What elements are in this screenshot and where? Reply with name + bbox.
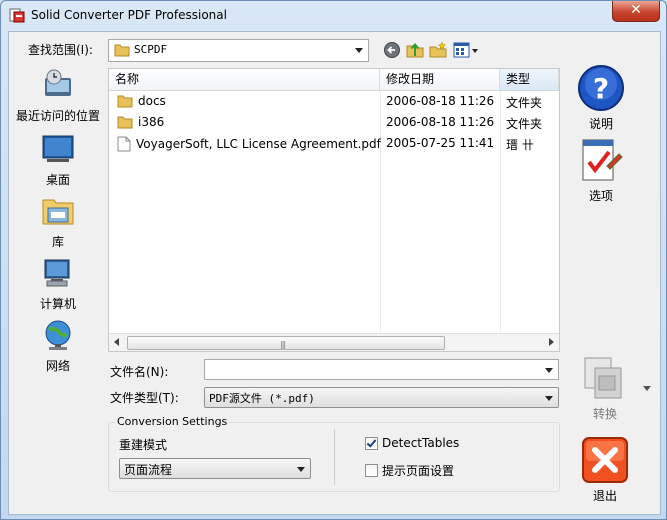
chevron-down-icon[interactable] — [355, 48, 363, 53]
place-label: 最近访问的位置 — [15, 109, 100, 123]
new-folder-icon[interactable] — [429, 41, 447, 59]
folder-icon — [117, 95, 133, 108]
convert-label: 转换 — [592, 407, 617, 421]
group-title: Conversion Settings — [115, 415, 230, 428]
place-computer[interactable]: 计算机 — [9, 256, 107, 312]
folder-icon — [114, 44, 130, 57]
table-row[interactable]: i386 2006-08-18 11:26 文件夹 — [109, 112, 559, 133]
file-name: VoyagerSoft, LLC License Agreement.pdf — [136, 137, 381, 151]
horizontal-scrollbar[interactable]: ||| — [109, 333, 559, 351]
back-icon[interactable] — [383, 41, 401, 59]
table-row[interactable]: docs 2006-08-18 11:26 文件夹 — [109, 91, 559, 112]
exit-button[interactable]: 退出 — [575, 436, 635, 504]
libraries-icon — [42, 199, 74, 225]
column-header-type[interactable]: 类型 — [500, 69, 559, 90]
file-modified: 2006-08-18 11:26 — [386, 115, 495, 129]
file-name-cell: i386 — [117, 115, 164, 129]
dialog-body: 查找范围(I): SCPDF 最近访问的位置 桌面 库 计算机 网络 名称 修改… — [8, 31, 661, 515]
chevron-down-icon[interactable] — [545, 396, 553, 401]
exit-icon — [582, 437, 628, 483]
file-type: 文件夹 — [506, 117, 543, 131]
window-title: Solid Converter PDF Professional — [31, 8, 227, 22]
file-list-header: 名称 修改日期 类型 — [109, 69, 559, 91]
grip-icon: ||| — [280, 340, 286, 349]
close-button[interactable]: ✕ — [612, 1, 660, 22]
help-label: 说明 — [588, 117, 613, 131]
computer-icon — [44, 259, 70, 287]
rebuild-mode-value: 页面流程 — [124, 463, 173, 477]
file-name-label: 文件名(N): — [110, 365, 169, 379]
page-setup-checkbox[interactable]: 提示页面设置 — [365, 462, 454, 479]
up-folder-icon[interactable] — [406, 41, 424, 59]
chevron-down-icon[interactable] — [297, 467, 305, 472]
file-name-cell: VoyagerSoft, LLC License Agreement.pdf — [117, 136, 381, 152]
rebuild-mode-label: 重建模式 — [119, 438, 168, 452]
place-recent[interactable]: 最近访问的位置 — [9, 68, 107, 124]
view-menu-icon[interactable] — [453, 41, 481, 59]
place-label: 桌面 — [45, 173, 70, 187]
convert-button[interactable]: 转换 — [575, 354, 635, 422]
place-desktop[interactable]: 桌面 — [9, 132, 107, 188]
chevron-down-icon[interactable] — [545, 368, 553, 373]
rebuild-mode-select[interactable]: 页面流程 — [119, 458, 311, 479]
help-icon: ? — [578, 65, 624, 111]
file-name-cell: docs — [117, 94, 166, 108]
help-button[interactable]: ? 说明 — [571, 64, 631, 132]
convert-icon — [584, 357, 622, 399]
places-bar: 最近访问的位置 桌面 库 计算机 网络 — [9, 68, 107, 373]
place-label: 库 — [51, 235, 64, 249]
table-row[interactable]: VoyagerSoft, LLC License Agreement.pdf 2… — [109, 133, 559, 154]
file-type-label: 文件类型(T): — [110, 391, 179, 405]
scroll-right-icon[interactable] — [549, 338, 554, 346]
document-icon — [117, 136, 131, 152]
file-name: docs — [138, 94, 166, 108]
file-modified: 2005-07-25 11:41 — [386, 136, 495, 150]
group-divider — [334, 429, 335, 485]
options-button[interactable]: 选项 — [571, 136, 631, 204]
options-label: 选项 — [588, 189, 613, 203]
folder-icon — [117, 116, 133, 129]
place-libraries[interactable]: 库 — [9, 194, 107, 250]
file-type: 瑨 卄 — [506, 138, 534, 152]
column-header-name[interactable]: 名称 — [109, 69, 380, 90]
options-icon — [582, 139, 623, 181]
detect-tables-checkbox[interactable]: DetectTables — [365, 436, 459, 450]
svg-text:?: ? — [593, 72, 609, 105]
close-icon: ✕ — [630, 2, 642, 18]
column-header-modified[interactable]: 修改日期 — [380, 69, 500, 90]
desktop-icon — [42, 135, 74, 162]
title-bar[interactable]: Solid Converter PDF Professional ✕ — [1, 1, 666, 31]
convert-menu-chevron-icon[interactable] — [643, 386, 651, 391]
file-modified: 2006-08-18 11:26 — [386, 94, 495, 108]
main-window: Solid Converter PDF Professional ✕ 查找范围(… — [0, 0, 667, 520]
file-list[interactable]: 名称 修改日期 类型 docs 2006-08-18 11:26 文件夹 i38… — [108, 68, 560, 352]
exit-label: 退出 — [592, 489, 617, 503]
file-type: 文件夹 — [506, 96, 543, 110]
recent-places-icon — [45, 69, 71, 96]
conversion-settings-group: Conversion Settings 重建模式 页面流程 DetectTabl… — [108, 415, 560, 492]
scroll-left-icon[interactable] — [114, 338, 119, 346]
file-type-value: PDF源文件 (*.pdf) — [209, 392, 315, 405]
page-setup-label: 提示页面设置 — [382, 464, 455, 478]
place-label: 计算机 — [39, 297, 76, 311]
app-icon — [9, 8, 25, 23]
checkbox-unchecked-icon[interactable] — [365, 464, 378, 477]
detect-tables-label: DetectTables — [382, 436, 460, 450]
place-label: 网络 — [45, 359, 70, 373]
file-type-select[interactable]: PDF源文件 (*.pdf) — [204, 387, 559, 408]
look-in-label: 查找范围(I): — [28, 43, 93, 57]
file-name-input[interactable] — [204, 359, 559, 380]
file-name: i386 — [138, 115, 165, 129]
scrollbar-thumb[interactable]: ||| — [127, 336, 445, 350]
checkbox-checked-icon[interactable] — [365, 436, 378, 450]
network-icon — [45, 320, 71, 350]
place-network[interactable]: 网络 — [9, 318, 107, 374]
look-in-value: SCPDF — [134, 43, 168, 56]
look-in-combo[interactable]: SCPDF — [108, 39, 369, 62]
